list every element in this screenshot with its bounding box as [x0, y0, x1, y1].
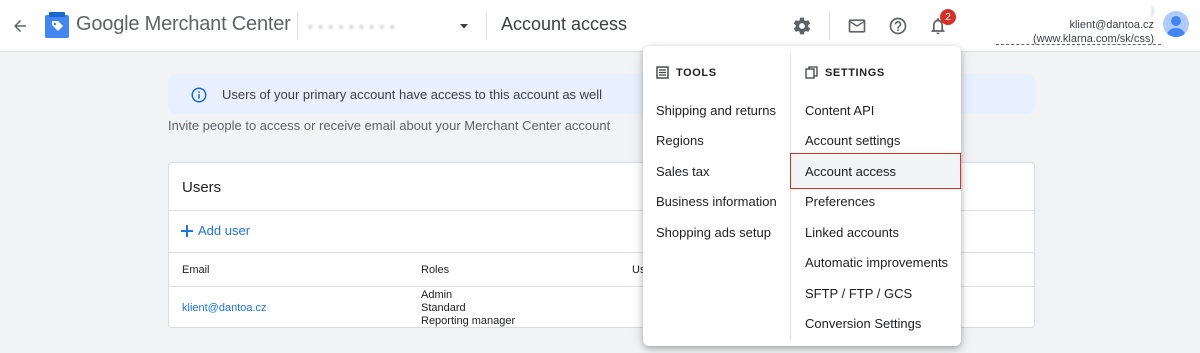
menu-item-business-information[interactable]: Business information [656, 186, 777, 216]
menu-column-divider [790, 54, 791, 340]
role-item: Admin [421, 289, 453, 301]
app-name[interactable]: Google Merchant Center [76, 13, 291, 36]
menu-item-shipping-and-returns[interactable]: Shipping and returns [656, 95, 776, 125]
menu-item-content-api[interactable]: Content API [805, 95, 874, 125]
settings-heading: SETTINGS [805, 66, 885, 79]
user-roles: Admin Standard Reporting manager [421, 289, 515, 328]
settings-dropdown-menu: TOOLS SETTINGS Shipping and returns Regi… [643, 46, 961, 346]
menu-item-sales-tax[interactable]: Sales tax [656, 156, 709, 186]
merchant-center-logo-icon [45, 12, 69, 38]
info-icon [191, 87, 207, 103]
account-selector[interactable]: ▪ ▪ ▪ ▪ ▪ ▪ ▪ ▪ ▪ [308, 14, 470, 38]
menu-item-automatic-improvements[interactable]: Automatic improvements [805, 247, 948, 277]
header-divider [297, 12, 298, 40]
column-header-email: Email [182, 264, 210, 276]
top-bar: Google Merchant Center ▪ ▪ ▪ ▪ ▪ ▪ ▪ ▪ ▪… [0, 0, 1200, 52]
add-user-label: Add user [198, 223, 251, 238]
menu-item-account-settings[interactable]: Account settings [805, 125, 900, 155]
menu-item-conversion-settings[interactable]: Conversion Settings [805, 308, 921, 338]
app-name-google: Google [76, 13, 140, 35]
tools-heading: TOOLS [656, 66, 717, 79]
users-card-title: Users [182, 179, 222, 196]
avatar[interactable] [1163, 11, 1189, 37]
notification-count-badge: 2 [940, 9, 956, 25]
menu-item-regions[interactable]: Regions [656, 125, 704, 155]
header-divider [486, 12, 487, 40]
invite-description: Invite people to access or receive email… [168, 118, 611, 133]
account-name: ) [1150, 5, 1154, 17]
mail-icon[interactable] [843, 12, 871, 40]
settings-copy-icon [805, 66, 818, 79]
tools-heading-label: TOOLS [676, 66, 717, 79]
tools-list-icon [656, 66, 669, 79]
app-name-rest: Merchant Center [144, 13, 291, 35]
settings-gear-icon[interactable] [788, 12, 816, 40]
menu-item-preferences[interactable]: Preferences [805, 186, 875, 216]
menu-item-sftp-ftp-gcs[interactable]: SFTP / FTP / GCS [805, 278, 912, 308]
settings-heading-label: SETTINGS [825, 66, 885, 79]
account-email: klient@dantoa.cz [1069, 19, 1154, 31]
info-banner-text: Users of your primary account have acces… [222, 87, 603, 102]
account-selector-value: ▪ ▪ ▪ ▪ ▪ ▪ ▪ ▪ ▪ [308, 18, 396, 34]
back-arrow-icon[interactable] [6, 12, 34, 40]
role-item: Reporting manager [421, 315, 516, 327]
help-icon[interactable] [884, 12, 912, 40]
add-user-button[interactable]: Add user [180, 223, 250, 238]
user-email-link[interactable]: klient@dantoa.cz [182, 302, 267, 314]
column-header-roles: Roles [421, 264, 450, 276]
role-item: Standard [421, 302, 466, 314]
dropdown-caret-icon [460, 24, 468, 29]
account-underline [996, 44, 1161, 45]
account-info[interactable]: ) klient@dantoa.cz (www.klarna.com/sk/cs… [1033, 4, 1154, 46]
menu-item-shopping-ads-setup[interactable]: Shopping ads setup [656, 217, 771, 247]
page-title: Account access [501, 14, 628, 34]
menu-item-account-access[interactable]: Account access [790, 153, 961, 189]
plus-icon [181, 224, 193, 237]
menu-item-linked-accounts[interactable]: Linked accounts [805, 217, 899, 247]
header-divider [829, 12, 830, 40]
